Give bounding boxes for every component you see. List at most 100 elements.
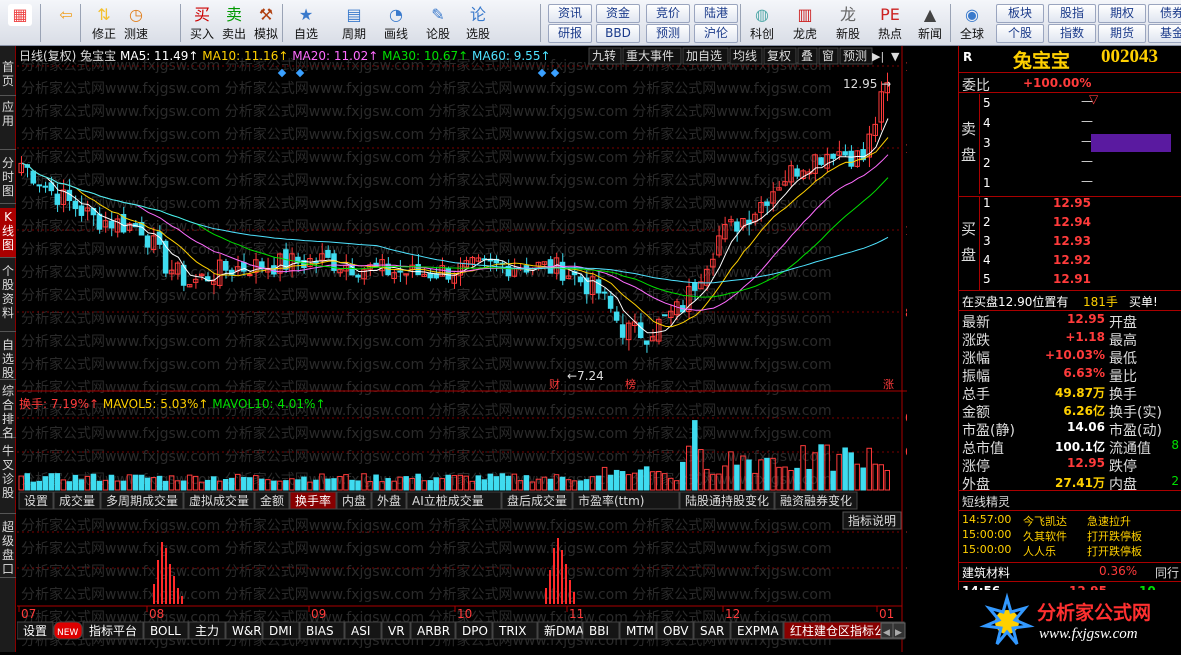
left-nav-6[interactable]: 综合排名 [0,382,16,440]
event-mark-0[interactable]: 财 [549,377,560,391]
bottom-tab-14[interactable]: BBI [589,624,609,638]
toolbar-sell-button[interactable]: 卖卖出 [218,2,250,44]
indicator-tab-6[interactable]: 内盘 [342,493,366,508]
toolbar-button-3[interactable]: 陆港 [694,4,738,23]
left-nav-8[interactable]: 超级盘口 [0,518,16,578]
indicator-tab-7[interactable]: 外盘 [377,493,401,508]
indicator-tab-10[interactable]: 市盈率(ttm) [578,493,644,508]
scroll-left-icon[interactable]: ◀ [883,628,890,638]
toolbar-up-down-button[interactable]: ⇅ 修正 [88,2,120,44]
chart-tool-4[interactable]: 复权 [767,49,791,63]
chart-canvas[interactable]: 分析家公式网www.fxjgsw.com 分析家公式网www.fxjgsw.co… [16,46,949,652]
bottom-tab-15[interactable]: MTM [626,624,654,638]
toolbar-button-7[interactable]: 沪伦 [694,24,738,43]
toolbar-forum-button[interactable]: ✎ 论股 [420,2,456,44]
bottom-tab-11[interactable]: DPO [462,624,488,638]
bottom-tab-3[interactable]: BOLL [150,624,181,638]
bottom-tab-5[interactable]: W&R [232,624,262,638]
bottom-tab-17[interactable]: SAR [700,624,724,638]
toolbar-button-15[interactable]: 基金 [1148,24,1181,43]
bottom-tab-2[interactable]: 指标平台 [89,623,137,638]
chart-tool-5[interactable]: 叠 [801,49,813,63]
toolbar-magnifier-chart-button[interactable]: 论选股 [460,2,496,44]
toolbar-button-1[interactable]: 资金 [596,4,640,23]
toolbar-button-11[interactable]: 债券 [1148,4,1181,23]
chart-tool-2[interactable]: 加自选 [686,49,722,63]
toolbar-globe-button[interactable]: ◉ 全球 [954,2,990,44]
indicator-tab-12[interactable]: 融资融券变化 [780,493,852,508]
shortline-stock[interactable]: 今飞凯达 [1023,513,1067,529]
toolbar-hammer-button[interactable]: ⚒ 模拟 [250,2,282,44]
toolbar-clock-button[interactable]: ◷ 测速 [120,2,152,44]
toolbar-dragon-button[interactable]: ▥ 龙虎 [786,2,824,44]
shortline-stock[interactable]: 人人乐 [1023,543,1056,559]
left-nav-1[interactable]: 应用 [0,98,16,150]
toolbar-pe-button[interactable]: 龙新股 [830,2,866,44]
indicator-tab-2[interactable]: 多周期成交量 [106,493,178,508]
bottom-tab-13[interactable]: 新DMA [544,623,585,638]
bottom-tab-8[interactable]: ASI [351,624,370,638]
toolbar-button-2[interactable]: 竞价 [646,4,690,23]
volume-bar [120,480,127,491]
indicator-tab-5[interactable]: 换手率 [295,493,331,508]
toolbar-star-button[interactable]: ★ 自选 [288,2,324,44]
left-nav-2[interactable]: 分时图 [0,154,16,204]
left-nav-7[interactable]: 牛叉诊股 [0,442,16,514]
indicator-tab-9[interactable]: 盘后成交量 [507,493,567,508]
chart-tool-6[interactable]: 窗 [822,49,834,63]
left-nav-3[interactable]: K线图 [0,208,16,258]
bottom-tab-0[interactable]: 设置 [23,624,47,638]
event-mark-2[interactable]: 涨 [883,378,894,391]
event-mark-1[interactable]: 榜 [625,377,636,391]
chart-tool-0[interactable]: 九转 [592,48,616,63]
left-nav-0[interactable]: 首页 [0,58,16,96]
toolbar-button-4[interactable]: 研报 [548,24,592,43]
toolbar-button-5[interactable]: BBD [596,24,640,43]
toolbar-button-10[interactable]: 期权 [1098,4,1146,23]
toolbar-button-8[interactable]: 板块 [996,4,1044,23]
toolbar-button-9[interactable]: 股指 [1048,4,1096,23]
indicator-tab-3[interactable]: 虚拟成交量 [189,493,249,508]
toolbar-period-button[interactable]: ▤ 周期 [336,2,372,44]
toolbar-news-button[interactable]: ▲ 新闻 [912,2,948,44]
indicator-help-button[interactable]: 指标说明 [848,513,896,528]
volume-bar [794,467,800,491]
sector-name[interactable]: 建筑材料 [962,564,1010,581]
indicator-tab-4[interactable]: 金额 [260,493,284,508]
indicator-tab-0[interactable]: 设置 [24,494,48,508]
toolbar-hot-button[interactable]: PE 热点 [872,2,908,44]
toolbar-grid-button[interactable]: ▦ [4,2,36,44]
bottom-tab-7[interactable]: BIAS [306,624,334,638]
toolbar-chart-thumb-button[interactable]: ◍ 科创 [744,2,780,44]
bottom-tab-1[interactable]: NEW [57,628,78,638]
chart-tool-3[interactable]: 均线 [733,49,757,63]
indicator-tab-11[interactable]: 陆股通持股变化 [685,493,769,508]
chart-expand-icon[interactable]: ▶| [872,50,884,63]
kline-chart-area[interactable]: 分析家公式网www.fxjgsw.com 分析家公式网www.fxjgsw.co… [16,46,949,652]
bottom-tab-12[interactable]: TRIX [498,624,526,638]
toolbar-back-arrow-button[interactable]: ⇦ [48,2,84,44]
sector-peer-link[interactable]: 同行 [1155,564,1179,581]
toolbar-button-14[interactable]: 期货 [1098,24,1146,43]
chart-dropdown-icon[interactable]: ▼ [891,50,900,63]
bottom-tab-9[interactable]: VR [388,624,405,638]
toolbar-button-0[interactable]: 资讯 [548,4,592,23]
scroll-right-icon[interactable]: ▶ [895,628,902,638]
toolbar-button-6[interactable]: 预测 [646,24,690,43]
toolbar-pencil-button[interactable]: ◔ 画线 [376,2,416,44]
left-nav-5[interactable]: 自选股 [0,336,16,380]
indicator-tab-8[interactable]: AI立桩成交量 [412,493,484,508]
shortline-stock[interactable]: 久其软件 [1023,528,1067,544]
toolbar-button-12[interactable]: 个股 [996,24,1044,43]
left-nav-4[interactable]: 个股资料 [0,262,16,332]
bottom-tab-18[interactable]: EXPMA [737,624,779,638]
toolbar-buy-button[interactable]: 买买入 [186,2,218,44]
toolbar-button-13[interactable]: 指数 [1048,24,1096,43]
bottom-tab-6[interactable]: DMI [269,624,292,638]
bottom-tab-4[interactable]: 主力 [195,624,219,638]
chart-tool-1[interactable]: 重大事件 [626,49,674,63]
chart-tool-7[interactable]: 预测 [843,49,867,63]
indicator-tab-1[interactable]: 成交量 [59,493,95,508]
bottom-tab-10[interactable]: ARBR [417,624,450,638]
bottom-tab-16[interactable]: OBV [663,624,689,638]
